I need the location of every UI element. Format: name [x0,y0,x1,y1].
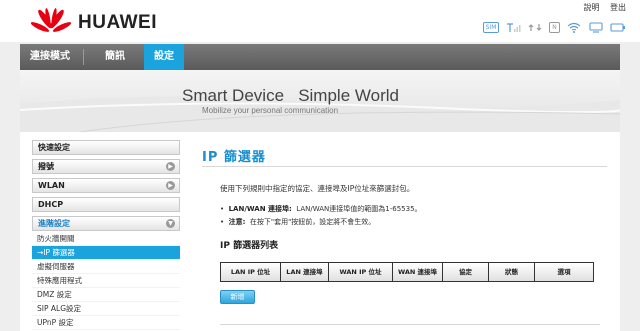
bullet-note: • 注意: 在按下"套用"按鈕前，設定將不會生效。 [220,218,376,226]
column-header: WAN 連接埠 [393,263,443,281]
huawei-logo-icon [30,8,72,32]
sim-icon: SIM [483,22,499,33]
sidebar-item-wlan[interactable]: WLAN ▶ [32,178,180,193]
submenu-sip-alg[interactable]: SIP ALG設定 [32,302,180,316]
nav-divider [83,49,84,65]
bullet-text: 在按下"套用"按鈕前，設定將不會生效。 [249,218,376,226]
network-icon [527,22,543,33]
bullet-text: LAN/WAN連接埠值的範圍為1-65535。 [296,205,422,213]
sidebar: 快速設定 撥號 ▶ WLAN ▶ DHCP 進階設定 ▼ 防火牆開關 →IP 篩… [20,132,192,331]
sidebar-item-label: WLAN [38,181,65,190]
n-icon: N [549,22,560,33]
chevron-right-icon: ▶ [166,181,175,190]
main-content: IP 篩選器 使用下列規則中指定的協定、連接埠及IP位址來篩選封包。 • LAN… [192,132,620,331]
sidebar-item-label: DHCP [38,200,64,209]
sidebar-item-quick-setup[interactable]: 快速設定 [32,140,180,155]
logout-link[interactable]: 登出 [610,3,626,12]
brand-name: HUAWEI [78,12,157,33]
column-header: WAN IP 位址 [329,263,393,281]
submenu-special-apps[interactable]: 特殊應用程式 [32,274,180,288]
submenu-ip-filter[interactable]: →IP 篩選器 [32,246,180,260]
top-links: 說明 登出 [575,2,626,13]
nav-settings[interactable]: 設定 [144,44,184,70]
header: HUAWEI 說明 登出 SIM N [0,0,640,42]
sidebar-item-dhcp[interactable]: DHCP [32,197,180,212]
help-link[interactable]: 說明 [583,3,599,12]
nav-sms[interactable]: 簡訊 [86,44,144,70]
filter-table-header: LAN IP 位址 LAN 連接埠 WAN IP 位址 WAN 連接埠 協定 狀… [220,262,594,282]
page-description: 使用下列規則中指定的協定、連接埠及IP位址來篩選封包。 [220,184,415,193]
banner-title: Smart Device Simple World [182,86,399,105]
column-header: LAN 連接埠 [281,263,329,281]
sidebar-item-label: 進階設定 [38,219,70,228]
signal-icon [505,22,521,33]
bullet-label: 注意: [228,218,246,226]
banner-subtitle: Mobilize your personal communication [202,106,339,115]
sidebar-item-advanced[interactable]: 進階設定 ▼ [32,216,180,231]
divider [220,324,600,325]
column-header: 協定 [443,263,489,281]
sidebar-item-label: 快速設定 [38,143,70,152]
nav-connection-mode[interactable]: 連接模式 [20,44,80,70]
battery-icon [610,22,626,33]
wifi-icon [566,22,582,33]
sidebar-item-label: 撥號 [38,162,54,171]
add-button[interactable]: 新增 [220,290,255,304]
sidebar-item-dial[interactable]: 撥號 ▶ [32,159,180,174]
chevron-right-icon: ▶ [166,162,175,171]
submenu-upnp[interactable]: UPnP 設定 [32,316,180,330]
computer-icon [588,22,604,33]
column-header: 選項 [557,268,571,276]
main-nav: 連接模式 簡訊 設定 [20,44,620,70]
status-icons: SIM N [483,22,626,33]
submenu-firewall-switch[interactable]: 防火牆開關 [32,232,180,246]
advanced-submenu: 防火牆開關 →IP 篩選器 虛擬伺服器 特殊應用程式 DMZ 設定 SIP AL… [32,232,180,330]
bullet-port-range: • LAN/WAN 連接埠: LAN/WAN連接埠值的範圍為1-65535。 [220,205,422,213]
column-header: LAN IP 位址 [221,263,281,281]
bullet-label: LAN/WAN 連接埠: [228,205,292,213]
submenu-virtual-server[interactable]: 虛擬伺服器 [32,260,180,274]
divider [202,166,607,167]
list-title: IP 篩選器列表 [220,241,279,251]
submenu-dmz[interactable]: DMZ 設定 [32,288,180,302]
chevron-down-icon: ▼ [166,219,175,228]
page-title: IP 篩選器 [202,150,266,165]
column-header: 狀態 [489,263,535,281]
